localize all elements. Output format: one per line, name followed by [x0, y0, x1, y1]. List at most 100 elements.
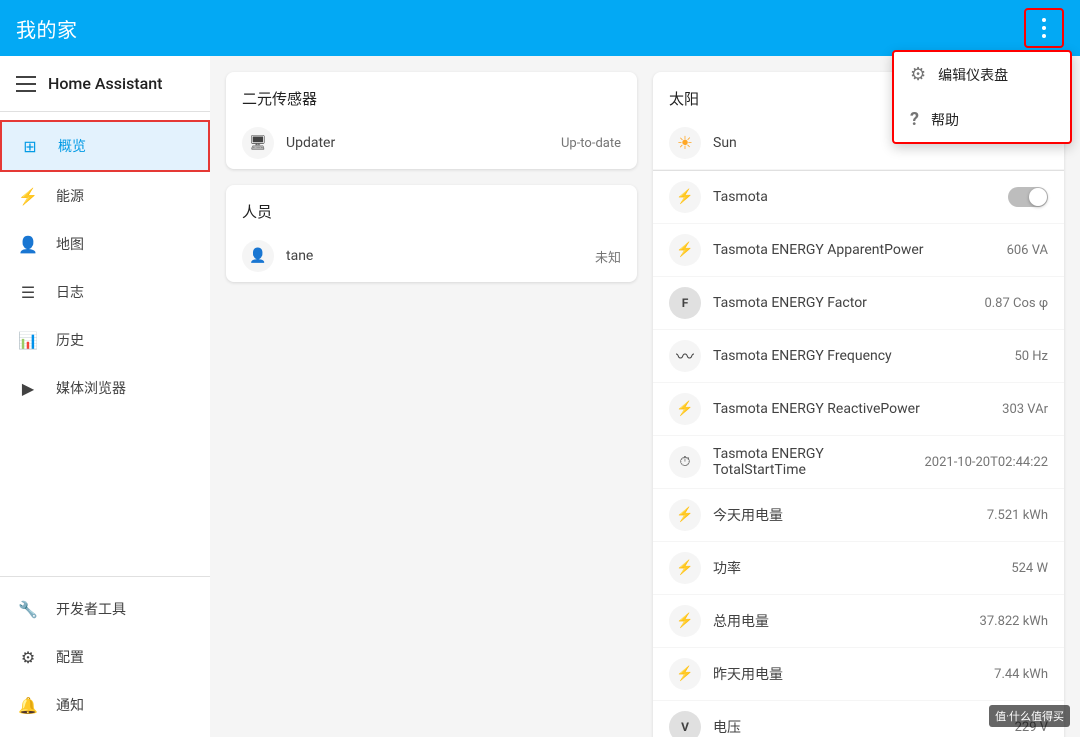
binary-sensor-card: 二元传感器 🖥 Updater Up-to-date [226, 72, 637, 169]
three-dots-icon [1042, 18, 1046, 38]
power-value: 524 W [1011, 561, 1048, 576]
help-item[interactable]: ? 帮助 [894, 97, 1070, 142]
sidebar-header: Home Assistant [0, 56, 210, 112]
today-energy-row: ⚡ 今天用电量 7.521 kWh [653, 489, 1064, 542]
sidebar-item-notifications[interactable]: 🔔 通知 [0, 681, 210, 729]
page-title: 我的家 [16, 14, 78, 43]
history-label: 历史 [56, 330, 84, 350]
start-time-icon: ⏱ [669, 446, 701, 478]
app-name: Home Assistant [48, 74, 163, 93]
frequency-value: 50 Hz [1014, 349, 1048, 364]
total-energy-icon: ⚡ [669, 605, 701, 637]
voltage-value: 229 V [1015, 720, 1048, 735]
power-row: ⚡ 功率 524 W [653, 542, 1064, 595]
apparent-power-label: Tasmota ENERGY ApparentPower [713, 242, 995, 258]
updater-label: Updater [286, 135, 549, 151]
energy-label: 能源 [56, 186, 84, 206]
hamburger-button[interactable] [16, 76, 36, 92]
devtools-label: 开发者工具 [56, 599, 126, 619]
sidebar-item-overview[interactable]: ⊞ 概览 [0, 120, 210, 172]
notifications-label: 通知 [56, 695, 84, 715]
sidebar-item-energy[interactable]: ⚡ 能源 [0, 172, 210, 220]
reactive-power-row: ⚡ Tasmota ENERGY ReactivePower 303 VAr [653, 383, 1064, 436]
start-time-label: Tasmota ENERGY TotalStartTime [713, 446, 912, 478]
binary-sensor-title: 二元传感器 [226, 72, 637, 117]
sidebar-bottom: 🔧 开发者工具 ⚙ 配置 🔔 通知 [0, 576, 210, 737]
header-actions: ⚙ 编辑仪表盘 ? 帮助 [1024, 8, 1064, 48]
yesterday-energy-icon: ⚡ [669, 658, 701, 690]
today-energy-icon: ⚡ [669, 499, 701, 531]
sun-icon: ☀ [669, 127, 701, 159]
updater-value: Up-to-date [561, 136, 621, 151]
today-energy-value: 7.521 kWh [987, 508, 1048, 523]
content-area: 二元传感器 🖥 Updater Up-to-date 人员 👤 tane 未知 [210, 56, 1080, 737]
devtools-icon: 🔧 [16, 597, 40, 621]
dropdown-menu: ⚙ 编辑仪表盘 ? 帮助 [892, 50, 1072, 144]
more-options-button[interactable] [1024, 8, 1064, 48]
frequency-icon: 〰 [669, 340, 701, 372]
sidebar: Home Assistant ⊞ 概览 ⚡ 能源 👤 地图 ☰ 日志 📊 历史 [0, 56, 210, 737]
people-card: 人员 👤 tane 未知 [226, 185, 637, 282]
tasmota-label: Tasmota [713, 189, 996, 205]
tane-row: 👤 tane 未知 [226, 230, 637, 282]
start-time-value: 2021-10-20T02:44:22 [924, 455, 1048, 470]
frequency-label: Tasmota ENERGY Frequency [713, 348, 1002, 364]
apparent-power-icon: ⚡ [669, 234, 701, 266]
tane-status: 未知 [595, 247, 621, 266]
person-icon: 👤 [242, 240, 274, 272]
voltage-label: 电压 [713, 717, 1003, 737]
map-label: 地图 [56, 234, 84, 254]
energy-factor-row: F Tasmota ENERGY Factor 0.87 Cos φ [653, 277, 1064, 330]
edit-dashboard-label: 编辑仪表盘 [938, 65, 1008, 85]
media-label: 媒体浏览器 [56, 378, 126, 398]
history-icon: 📊 [16, 328, 40, 352]
updater-icon: 🖥 [242, 127, 274, 159]
tasmota-toggle-row: ⚡ Tasmota [653, 171, 1064, 224]
total-start-time-row: ⏱ Tasmota ENERGY TotalStartTime 2021-10-… [653, 436, 1064, 489]
total-energy-label: 总用电量 [713, 611, 968, 631]
reactive-power-icon: ⚡ [669, 393, 701, 425]
apparent-power-row: ⚡ Tasmota ENERGY ApparentPower 606 VA [653, 224, 1064, 277]
left-column: 二元传感器 🖥 Updater Up-to-date 人员 👤 tane 未知 [226, 72, 637, 737]
log-label: 日志 [56, 282, 84, 302]
sidebar-item-media[interactable]: ▶ 媒体浏览器 [0, 364, 210, 412]
energy-factor-icon: F [669, 287, 701, 319]
yesterday-energy-value: 7.44 kWh [994, 667, 1048, 682]
energy-factor-label: Tasmota ENERGY Factor [713, 295, 972, 311]
tasmota-toggle[interactable] [1008, 187, 1048, 207]
sun-tasmota-card: 太阳 ☀ Sun ⚡ Tasmota ⚡ Tasmota ENERGY Appa… [653, 72, 1064, 737]
total-energy-value: 37.822 kWh [980, 614, 1048, 629]
apparent-power-value: 606 VA [1007, 243, 1048, 258]
overview-icon: ⊞ [18, 134, 42, 158]
power-label: 功率 [713, 558, 999, 578]
voltage-row: V 电压 229 V [653, 701, 1064, 737]
sidebar-item-config[interactable]: ⚙ 配置 [0, 633, 210, 681]
gear-icon: ⚙ [910, 64, 926, 85]
header: 我的家 ⚙ 编辑仪表盘 ? 帮助 [0, 0, 1080, 56]
total-energy-row: ⚡ 总用电量 37.822 kWh [653, 595, 1064, 648]
sidebar-item-log[interactable]: ☰ 日志 [0, 268, 210, 316]
sidebar-item-map[interactable]: 👤 地图 [0, 220, 210, 268]
power-icon: ⚡ [669, 552, 701, 584]
edit-dashboard-item[interactable]: ⚙ 编辑仪表盘 [894, 52, 1070, 97]
help-label: 帮助 [931, 110, 959, 130]
sidebar-nav: ⊞ 概览 ⚡ 能源 👤 地图 ☰ 日志 📊 历史 ▶ 媒体浏览器 [0, 112, 210, 576]
reactive-power-value: 303 VAr [1002, 402, 1048, 417]
yesterday-energy-row: ⚡ 昨天用电量 7.44 kWh [653, 648, 1064, 701]
sidebar-item-devtools[interactable]: 🔧 开发者工具 [0, 585, 210, 633]
overview-label: 概览 [58, 136, 86, 156]
today-energy-label: 今天用电量 [713, 505, 975, 525]
log-icon: ☰ [16, 280, 40, 304]
updater-row: 🖥 Updater Up-to-date [226, 117, 637, 169]
sidebar-item-history[interactable]: 📊 历史 [0, 316, 210, 364]
right-column: 太阳 ☀ Sun ⚡ Tasmota ⚡ Tasmota ENERGY Appa… [653, 72, 1064, 737]
tane-label: tane [286, 248, 583, 264]
frequency-row: 〰 Tasmota ENERGY Frequency 50 Hz [653, 330, 1064, 383]
help-icon: ? [910, 109, 919, 130]
voltage-icon: V [669, 711, 701, 737]
people-title: 人员 [226, 185, 637, 230]
config-label: 配置 [56, 647, 84, 667]
media-icon: ▶ [16, 376, 40, 400]
energy-factor-value: 0.87 Cos φ [984, 296, 1048, 311]
notifications-icon: 🔔 [16, 693, 40, 717]
